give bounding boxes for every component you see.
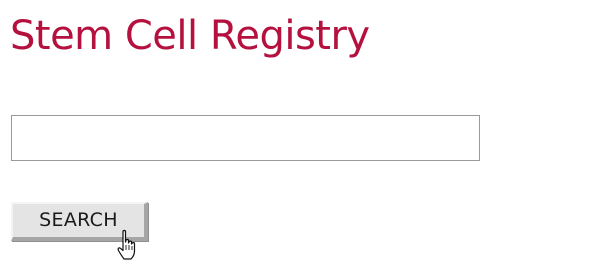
search-button[interactable]: SEARCH [11, 202, 148, 241]
search-input[interactable] [11, 115, 480, 161]
page-title: Stem Cell Registry [10, 13, 370, 59]
